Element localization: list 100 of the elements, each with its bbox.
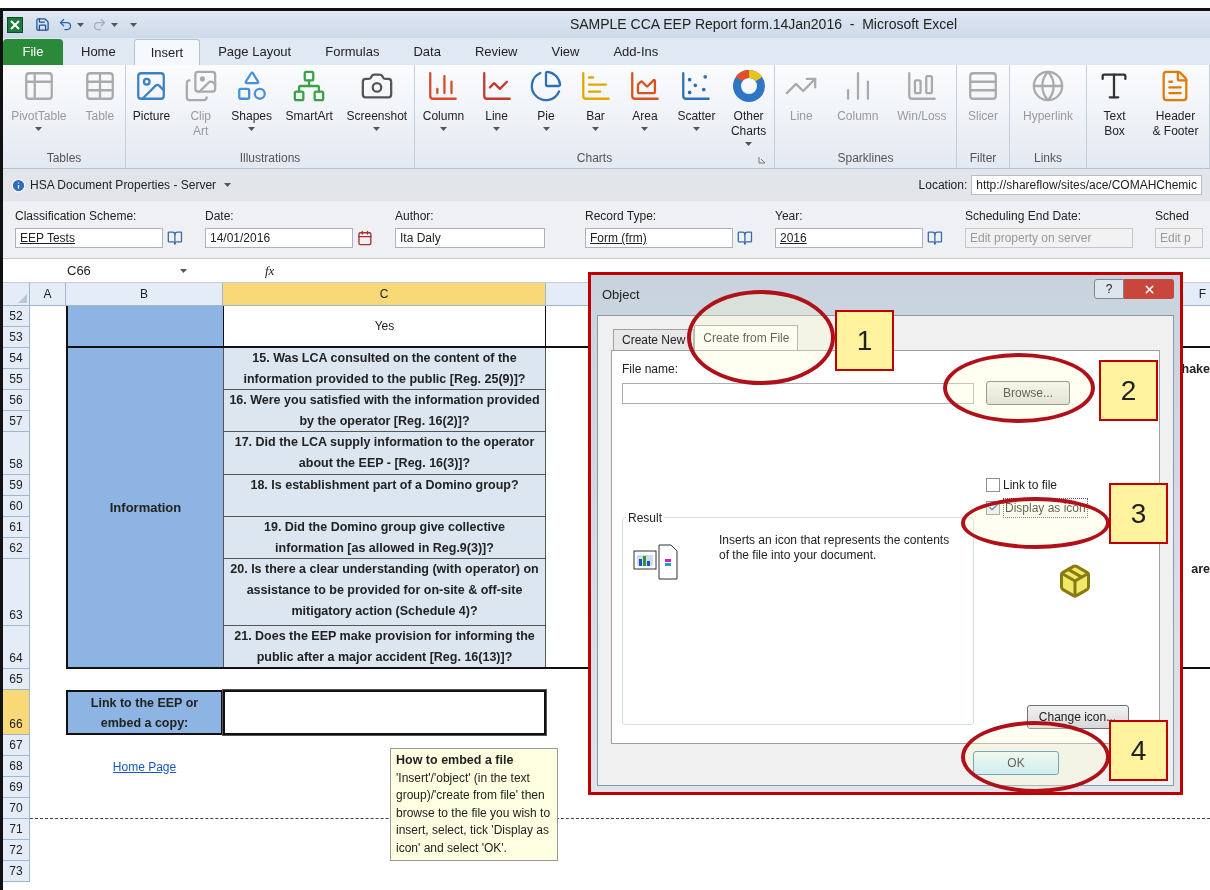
column-header[interactable]: F <box>1198 285 1206 303</box>
row-header[interactable]: 60 <box>3 496 30 517</box>
dialog-tab[interactable]: Create from File <box>694 325 799 350</box>
ok-button[interactable]: OK <box>973 751 1059 775</box>
row-header[interactable]: 57 <box>3 411 30 432</box>
help-button[interactable]: ? <box>1094 279 1124 299</box>
field-label: Sched <box>1155 208 1191 225</box>
column-header[interactable]: A <box>30 283 66 306</box>
property-field[interactable]: 2016 <box>775 228 924 248</box>
field-label: Date: <box>205 208 235 225</box>
row-header[interactable]: 56 <box>3 390 30 411</box>
ribbon-button[interactable]: Header & Footer <box>1150 69 1201 148</box>
caret-icon <box>77 22 84 27</box>
field-label: Scheduling End Date: <box>965 208 1083 225</box>
ribbon-tab[interactable]: Home <box>65 39 132 65</box>
dialog-tab[interactable]: Create New <box>613 329 695 350</box>
field-label: File name: <box>622 361 680 378</box>
row-header[interactable]: 67 <box>3 735 30 756</box>
ribbon-button[interactable]: Screenshot <box>344 69 410 148</box>
category-cell: Information <box>66 348 223 669</box>
ribbon-button[interactable]: Other Charts <box>728 69 769 148</box>
row-header[interactable]: 64 <box>3 626 30 669</box>
row-header[interactable]: 73 <box>3 861 30 882</box>
caret-icon <box>224 183 232 187</box>
calendar-icon[interactable] <box>357 230 373 246</box>
home-page-link[interactable]: Home Page <box>112 757 177 776</box>
step-number: 1 <box>835 310 894 371</box>
ribbon-button[interactable]: Area <box>625 69 664 148</box>
selected-cell[interactable] <box>223 690 546 735</box>
ribbon-tab[interactable]: View <box>535 39 596 65</box>
ribbon-button[interactable]: Text Box <box>1095 69 1134 148</box>
caret-icon <box>180 268 187 273</box>
group-label: Tables <box>46 150 82 167</box>
ribbon-tab[interactable]: Insert <box>133 39 201 65</box>
ribbon-button[interactable]: Pie <box>527 69 566 148</box>
change-icon-button[interactable]: Change icon... <box>1026 705 1129 729</box>
property-field[interactable]: Form (frm) <box>585 228 734 248</box>
row-header[interactable]: 62 <box>3 538 30 559</box>
row-header[interactable]: 59 <box>3 475 30 496</box>
row-header[interactable]: 63 <box>3 559 30 626</box>
checkbox[interactable] <box>986 500 1000 515</box>
step-number: 3 <box>1109 483 1168 544</box>
ribbon-tab[interactable]: Add-Ins <box>597 39 675 65</box>
ribbon-tab[interactable]: Formulas <box>309 39 396 65</box>
checkbox-label: Link to file <box>1003 476 1058 494</box>
ribbon-tab[interactable]: Review <box>458 39 534 65</box>
row-header[interactable]: 70 <box>3 798 30 819</box>
row-header[interactable]: 54 <box>3 348 30 369</box>
checkbox[interactable] <box>986 477 1000 492</box>
ribbon-icon <box>292 69 327 103</box>
close-button[interactable] <box>1124 279 1174 299</box>
ribbon-button[interactable]: Scatter <box>675 69 718 148</box>
ribbon-button[interactable]: Bar <box>576 69 615 148</box>
row-header[interactable]: 53 <box>3 327 30 348</box>
ribbon-button[interactable]: Column <box>420 69 467 148</box>
row-header[interactable]: 52 <box>3 306 30 327</box>
dialog-title: Object <box>602 286 641 305</box>
comment-text: 'Insert'/'object' (in the text group)/'create from file' then browse to the file you wish to insert, select, tick 'Display as icon' and select 'OK'. <box>396 769 552 857</box>
panel-title: HSA Document Properties - Server <box>30 177 217 194</box>
row-header[interactable]: 61 <box>3 517 30 538</box>
row-header[interactable]: 65 <box>3 669 30 690</box>
column-header[interactable]: B <box>66 283 223 306</box>
field-label: Author: <box>395 208 435 225</box>
row-header[interactable]: 58 <box>3 432 30 475</box>
group-label: Charts <box>576 150 613 167</box>
row-header[interactable]: 68 <box>3 756 30 777</box>
embedded-document-icon <box>633 543 681 581</box>
ribbon-button[interactable]: SmartArt <box>283 69 335 148</box>
row-header[interactable]: 72 <box>3 840 30 861</box>
lookup-icon[interactable] <box>737 230 753 246</box>
save-icon[interactable] <box>35 17 50 32</box>
ribbon-tab[interactable]: Data <box>397 39 457 65</box>
ribbon-button[interactable]: Shapes <box>229 69 274 148</box>
dialog-launcher-icon[interactable] <box>758 156 766 164</box>
lookup-icon[interactable] <box>927 230 943 246</box>
row-header[interactable]: 66 <box>3 690 30 735</box>
name-box[interactable]: C66 <box>7 260 187 281</box>
ribbon-button[interactable]: Picture <box>130 69 173 148</box>
ribbon-button[interactable]: Line <box>477 69 516 148</box>
column-header[interactable]: C <box>223 283 546 306</box>
lookup-icon[interactable] <box>167 230 183 246</box>
property-field[interactable]: 14/01/2016 <box>205 228 354 248</box>
answer-cell: Yes <box>223 306 546 348</box>
ribbon-tab[interactable]: Page Layout <box>202 39 308 65</box>
corner-triangle-icon <box>18 294 27 303</box>
result-description: Inserts an icon that represents the contents of the file into your document. <box>719 533 951 564</box>
browse-button[interactable]: Browse... <box>986 381 1070 405</box>
function-symbol[interactable]: fx <box>265 260 275 281</box>
property-field[interactable]: EEP Tests <box>15 228 164 248</box>
undo-icon[interactable] <box>58 17 73 32</box>
spreadsheet-logo-icon[interactable] <box>7 16 23 33</box>
ribbon-tab[interactable]: File <box>3 39 63 65</box>
row-header[interactable]: 69 <box>3 777 30 798</box>
property-field[interactable]: Ita Daly <box>395 228 545 248</box>
label-cell: Link to the EEP or embed a copy: <box>66 690 223 735</box>
row-header[interactable]: 55 <box>3 369 30 390</box>
file-name-field[interactable] <box>622 382 974 404</box>
location-field[interactable]: http://shareflow/sites/ace/COMAHChemic <box>971 175 1202 195</box>
group-label: Filter <box>969 150 997 167</box>
row-header[interactable]: 71 <box>3 819 30 840</box>
